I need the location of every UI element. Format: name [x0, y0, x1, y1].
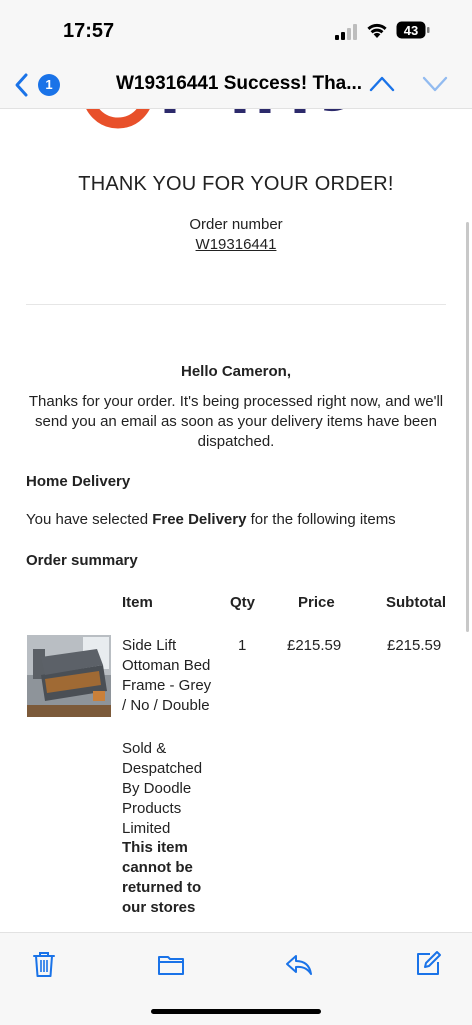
item-seller: Sold & Despatched By Doodle Products Lim…: [122, 740, 203, 837]
battery-icon: 43: [396, 21, 430, 39]
folder-icon[interactable]: [156, 949, 186, 979]
unread-count-badge[interactable]: 1: [38, 74, 60, 96]
cellular-signal-icon: [335, 24, 357, 40]
compose-icon[interactable]: [413, 949, 443, 979]
delivery-text-post: for the following items: [246, 511, 396, 528]
wifi-icon: [367, 23, 387, 38]
previous-message-icon[interactable]: [369, 74, 395, 94]
item-return-notice: This item cannot be returned to our stor…: [122, 839, 202, 916]
column-header-price: Price: [298, 594, 335, 611]
column-header-qty: Qty: [230, 594, 256, 611]
product-image[interactable]: [27, 635, 111, 717]
scrollbar[interactable]: [466, 222, 469, 632]
delivery-text-pre: You have selected: [26, 511, 153, 528]
item-price: £215.59: [287, 637, 342, 654]
thank-you-heading: THANK YOU FOR YOUR ORDER!: [78, 173, 394, 195]
order-summary-title: Order summary: [26, 552, 138, 569]
trash-icon[interactable]: [29, 949, 59, 979]
email-subject: W19316441 Success! Tha...: [116, 73, 363, 94]
column-header-item: Item: [122, 594, 153, 611]
home-indicator[interactable]: [151, 1009, 321, 1014]
order-number-label: Order number: [189, 216, 283, 233]
item-qty: 1: [238, 637, 247, 654]
reply-icon[interactable]: [284, 949, 314, 979]
back-chevron-icon[interactable]: [12, 72, 32, 98]
thanks-message: Thanks for your order. It's being proces…: [28, 393, 444, 450]
column-header-subtotal: Subtotal: [386, 594, 446, 611]
delivery-text: You have selected Free Delivery for the …: [26, 511, 396, 528]
status-bar: 17:57 43: [0, 0, 472, 62]
next-message-icon[interactable]: [422, 74, 448, 94]
email-body: THANK YOU FOR YOUR ORDER! Order number W…: [0, 109, 472, 932]
item-subtotal: £215.59: [387, 637, 442, 654]
delivery-type: Free Delivery: [152, 511, 247, 528]
range-logo: [86, 109, 344, 129]
battery-level: 43: [404, 23, 418, 38]
divider: [26, 304, 446, 305]
status-time: 17:57: [63, 20, 115, 42]
item-name: Side Lift Ottoman Bed Frame - Grey / No …: [122, 637, 212, 714]
order-number-link[interactable]: W19316441: [196, 236, 277, 253]
mail-nav-bar: 1 W19316441 Success! Tha...: [0, 62, 472, 109]
order-number-row: W19316441: [0, 236, 472, 253]
greeting: Hello Cameron,: [180, 363, 292, 380]
delivery-title: Home Delivery: [26, 473, 131, 490]
